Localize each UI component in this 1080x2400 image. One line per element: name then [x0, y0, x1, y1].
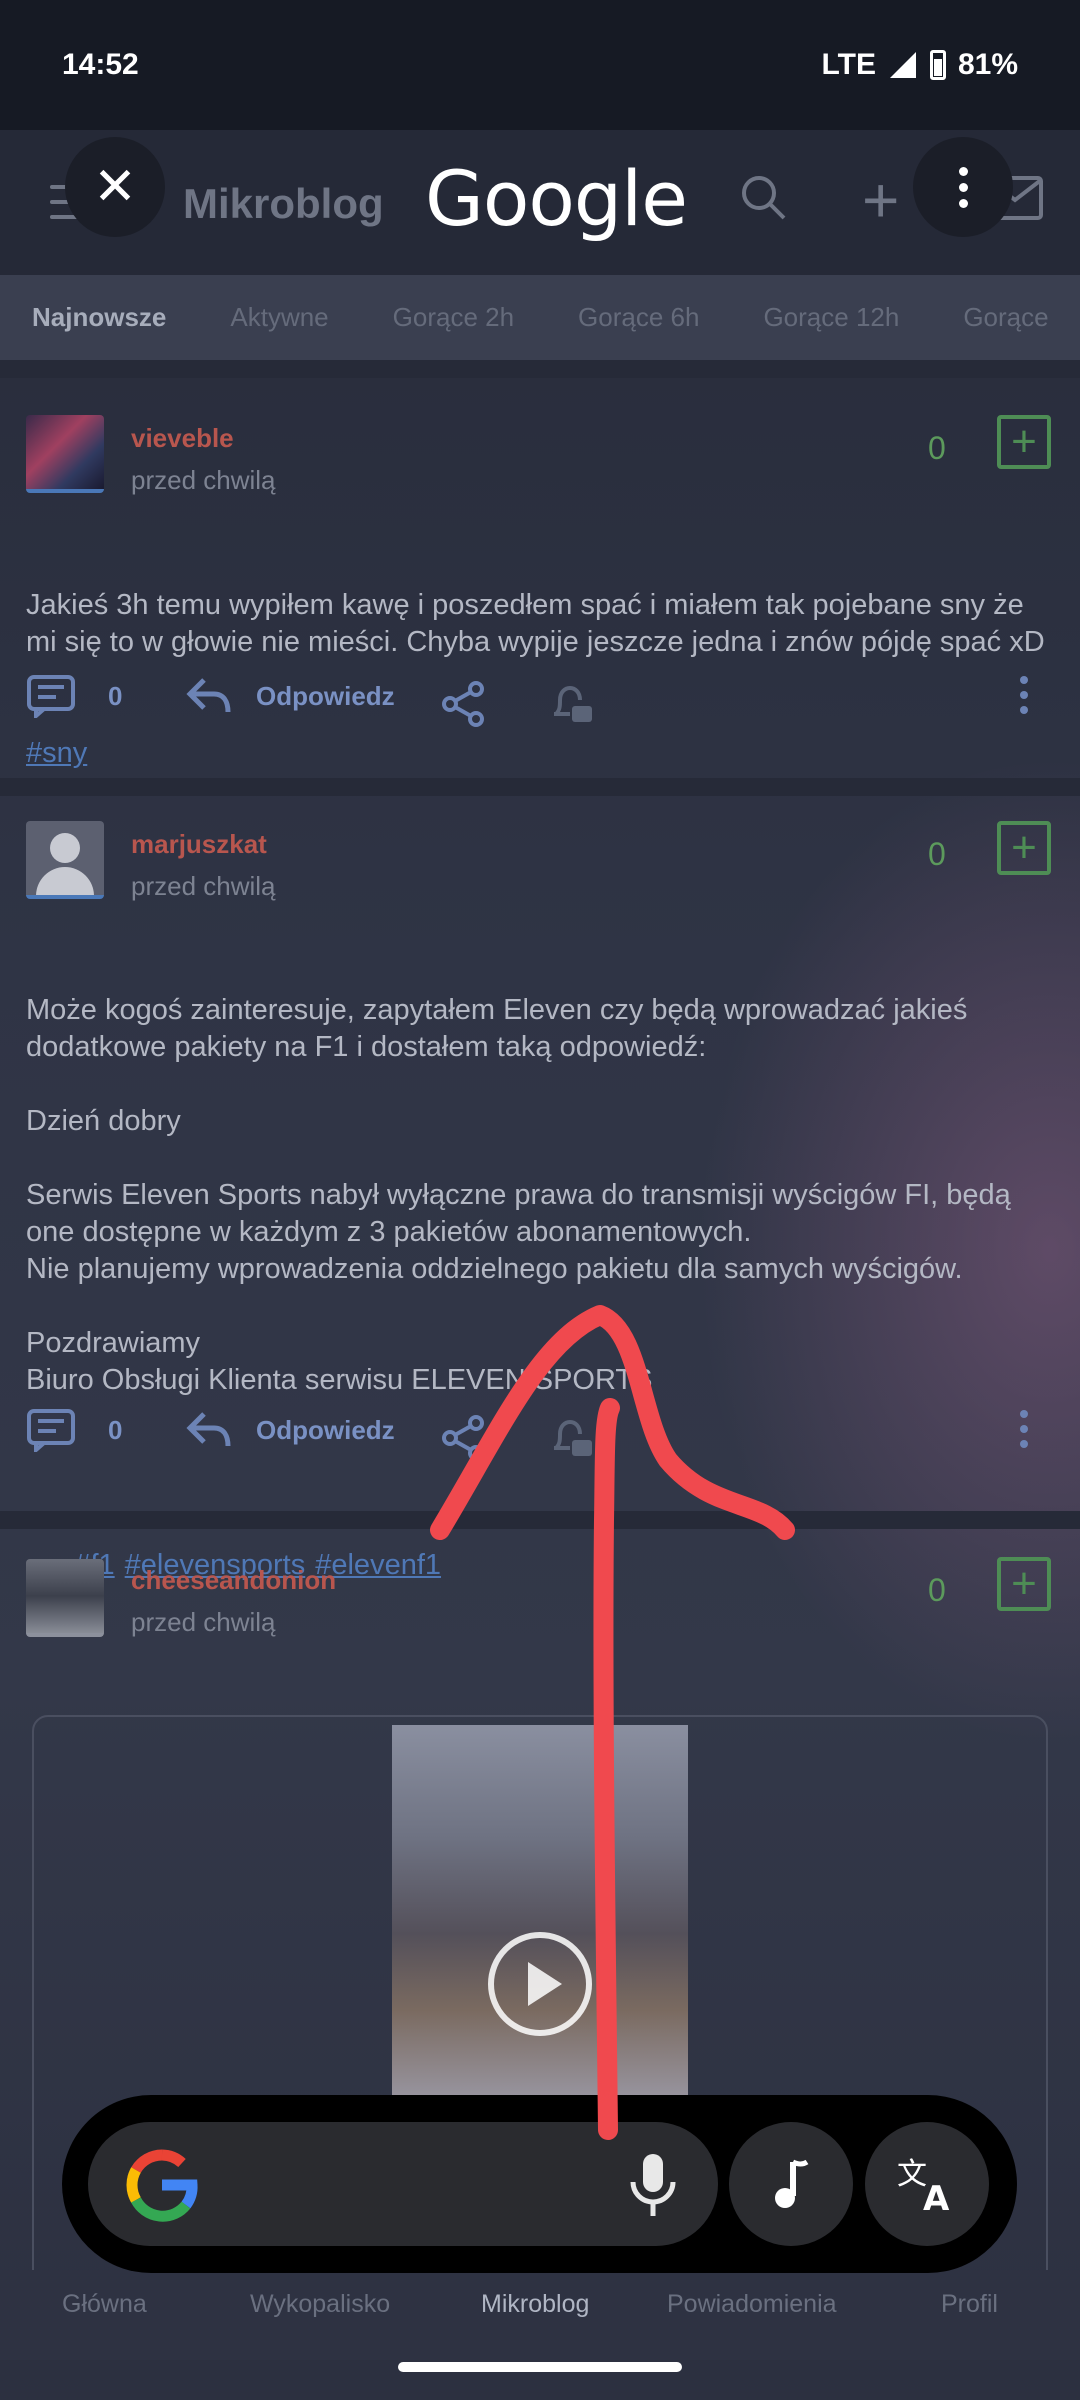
nav-mikroblog[interactable]: Mikroblog: [481, 2290, 589, 2319]
upvote-button[interactable]: +: [997, 821, 1051, 875]
tab-gorace-6h[interactable]: Gorące 6h: [546, 302, 731, 333]
post-username[interactable]: cheeseandonion: [131, 1565, 336, 1596]
tab-aktywne[interactable]: Aktywne: [198, 302, 360, 333]
reply-button[interactable]: Odpowiedz: [186, 1400, 395, 1460]
nav-wykopalisko[interactable]: Wykopalisko: [250, 2290, 390, 2319]
home-indicator[interactable]: [398, 2362, 682, 2372]
post-more-icon[interactable]: [1020, 676, 1028, 714]
divider: [0, 1511, 1080, 1529]
post-entry: marjuszkat przed chwilą 0 + Może kogoś z…: [0, 796, 1080, 1581]
music-search-button[interactable]: [729, 2122, 853, 2246]
add-post-icon[interactable]: +: [862, 168, 899, 232]
post-username[interactable]: marjuszkat: [131, 829, 267, 860]
network-label: LTE: [821, 48, 876, 81]
post-actions: 0 Odpowiedz: [0, 666, 1080, 727]
signal-icon: [889, 52, 916, 78]
post-text: Może kogoś zainteresuje, zapytałem Eleve…: [26, 994, 1011, 1396]
share-icon[interactable]: [440, 674, 488, 734]
post-more-icon[interactable]: [1020, 1410, 1028, 1448]
reply-icon: [186, 678, 231, 713]
post-entry: vieveble przed chwilą 0 + Jakieś 3h temu…: [0, 378, 1080, 778]
tab-gorace-12h[interactable]: Gorące 12h: [731, 302, 931, 333]
divider: [0, 778, 1080, 796]
avatar[interactable]: [26, 821, 104, 899]
post-time: przed chwilą: [131, 1607, 276, 1637]
divider: [0, 360, 1080, 378]
post-text: Jakieś 3h temu wypiłem kawę i poszedłem …: [26, 589, 1045, 658]
avatar[interactable]: [26, 1559, 104, 1637]
vote-count: 0: [928, 430, 946, 466]
notification-bell-icon[interactable]: [548, 1408, 596, 1468]
feed-tabs: Najnowsze Aktywne Gorące 2h Gorące 6h Go…: [0, 275, 1080, 360]
google-g-icon: [126, 2149, 198, 2222]
translate-icon: 文 A: [897, 2157, 950, 2214]
tag-link[interactable]: #sny: [26, 737, 87, 769]
comments-button[interactable]: 0: [26, 666, 122, 726]
page-title: Mikroblog: [183, 180, 384, 227]
tab-gorace[interactable]: Gorące: [931, 302, 1080, 333]
comment-icon: [27, 1409, 75, 1452]
nav-glowna[interactable]: Główna: [62, 2290, 147, 2319]
battery-level: 81%: [957, 48, 1018, 81]
reply-icon: [186, 1412, 231, 1447]
comment-count: 0: [108, 680, 123, 711]
nav-profil[interactable]: Profil: [941, 2290, 998, 2319]
upvote-button[interactable]: +: [997, 1557, 1051, 1611]
close-icon: ✕: [93, 158, 137, 216]
bottom-navigation: Główna Wykopalisko Mikroblog Powiadomien…: [0, 2270, 1080, 2360]
vote-count: 0: [928, 1572, 946, 1608]
avatar[interactable]: [26, 415, 104, 493]
search-icon[interactable]: [738, 172, 788, 222]
comment-count: 0: [108, 1414, 123, 1445]
video-thumbnail[interactable]: [392, 1725, 688, 2105]
share-icon[interactable]: [440, 1408, 488, 1468]
upvote-button[interactable]: +: [997, 415, 1051, 469]
microphone-icon[interactable]: [625, 2152, 681, 2220]
vote-count: 0: [928, 836, 946, 872]
battery-icon: [929, 50, 946, 80]
reply-label: Odpowiedz: [256, 1414, 395, 1445]
status-icons: LTE 81%: [822, 48, 1018, 82]
tab-gorace-2h[interactable]: Gorące 2h: [361, 302, 546, 333]
reply-label: Odpowiedz: [256, 680, 395, 711]
music-note-icon: [775, 2159, 809, 2208]
status-time: 14:52: [62, 48, 139, 81]
comments-button[interactable]: 0: [26, 1400, 122, 1460]
google-logo: Google: [425, 154, 688, 243]
post-time: przed chwilą: [131, 871, 276, 901]
reply-button[interactable]: Odpowiedz: [186, 666, 395, 726]
status-bar: 14:52 LTE 81%: [0, 0, 1080, 130]
nav-powiadomienia[interactable]: Powiadomienia: [667, 2290, 837, 2319]
post-time: przed chwilą: [131, 465, 276, 495]
translate-button[interactable]: 文 A: [865, 2122, 989, 2246]
tab-najnowsze[interactable]: Najnowsze: [0, 302, 198, 333]
close-button[interactable]: ✕: [65, 137, 165, 237]
notification-bell-icon[interactable]: [548, 674, 596, 734]
post-actions: 0 Odpowiedz: [0, 1400, 1080, 1461]
comment-icon: [27, 675, 75, 718]
more-options-button[interactable]: [913, 137, 1013, 237]
post-username[interactable]: vieveble: [131, 423, 234, 454]
svg-text:A: A: [923, 2179, 950, 2214]
play-icon[interactable]: [488, 1932, 592, 2036]
